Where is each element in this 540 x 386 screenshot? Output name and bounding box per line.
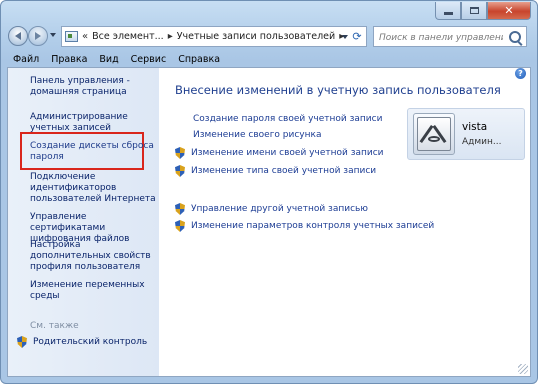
task-uac-settings[interactable]: Изменение параметров контроля учетных за… (175, 220, 434, 232)
breadcrumb-user-accounts[interactable]: Учетные записи пользователей (177, 31, 335, 42)
menu-help[interactable]: Справка (172, 54, 226, 65)
user-name: vista (462, 121, 488, 133)
close-button[interactable]: ✕ (487, 2, 531, 20)
breadcrumb-all-items[interactable]: Все элемент... (92, 31, 164, 42)
uac-shield-icon (175, 147, 185, 159)
uac-shield-icon (175, 165, 185, 177)
maximize-icon (469, 7, 479, 14)
task-change-type-label: Изменение типа своей учетной записи (191, 166, 377, 176)
see-also-heading: См. также (30, 321, 79, 331)
sidebar-item-password-reset-disk[interactable]: Создание дискеты сброса пароля (30, 141, 156, 163)
address-history-dropdown[interactable] (342, 35, 348, 39)
breadcrumb-overflow[interactable]: « (78, 31, 92, 42)
forward-button[interactable] (28, 26, 48, 46)
user-account-card: vista Админ... (407, 108, 525, 160)
help-icon[interactable]: ? (515, 68, 526, 79)
maximize-button[interactable] (461, 2, 487, 20)
sidebar-item-administration[interactable]: Администрирование учетных записей (30, 112, 156, 134)
task-change-type[interactable]: Изменение типа своей учетной записи (175, 165, 376, 177)
parental-controls-link[interactable]: Родительский контроль (17, 336, 147, 348)
page-title: Внесение изменений в учетную запись поль… (175, 83, 501, 97)
uac-shield-icon (175, 203, 185, 215)
uac-shield-icon (17, 336, 27, 348)
control-panel-icon (65, 31, 78, 42)
menu-tools[interactable]: Сервис (125, 54, 173, 65)
menu-file[interactable]: Файл (7, 54, 45, 65)
arrow-left-icon (15, 32, 21, 40)
task-uac-settings-label: Изменение параметров контроля учетных за… (191, 221, 435, 231)
main-panel: ? Внесение изменений в учетную запись по… (159, 68, 530, 376)
avatar[interactable] (413, 113, 455, 155)
task-change-name[interactable]: Изменение имени своей учетной записи (175, 147, 384, 159)
resize-grip[interactable] (518, 364, 528, 374)
control-panel-window: ✕ « Все элемент... ▸ Учетные записи поль… (0, 0, 538, 384)
uac-shield-icon (175, 220, 185, 232)
search-box (373, 26, 527, 47)
sidebar-item-environment-variables[interactable]: Изменение переменных среды (30, 280, 156, 302)
back-button[interactable] (8, 26, 28, 46)
search-icon[interactable] (509, 31, 521, 43)
window-controls: ✕ (435, 2, 531, 20)
user-role: Админ... (462, 137, 502, 147)
task-manage-other-account-label: Управление другой учетной записью (191, 204, 368, 214)
breadcrumb-separator-icon[interactable]: ▸ (164, 31, 177, 42)
minimize-icon (443, 12, 453, 15)
sidebar-item-control-panel-home[interactable]: Панель управления - домашняя страница (30, 76, 156, 98)
parental-controls-label: Родительский контроль (33, 337, 148, 347)
task-change-name-label: Изменение имени своей учетной записи (191, 148, 384, 158)
client-area: Панель управления - домашняя страница Ад… (7, 67, 531, 377)
task-manage-other-account[interactable]: Управление другой учетной записью (175, 203, 368, 215)
address-bar[interactable]: « Все элемент... ▸ Учетные записи пользо… (61, 26, 367, 47)
sidebar-item-profile-properties[interactable]: Настройка дополнительных свойств профиля… (30, 240, 156, 273)
menu-view[interactable]: Вид (93, 54, 124, 65)
arrow-right-icon (35, 32, 41, 40)
refresh-icon[interactable]: ⟳ (350, 30, 364, 44)
navigation-bar: « Все элемент... ▸ Учетные записи пользо… (7, 25, 531, 49)
menu-edit[interactable]: Правка (45, 54, 93, 65)
search-input[interactable] (377, 28, 505, 47)
close-icon: ✕ (504, 4, 514, 17)
task-change-picture[interactable]: Изменение своего рисунка (193, 130, 321, 140)
menu-bar: Файл Правка Вид Сервис Справка (7, 51, 531, 67)
minimize-button[interactable] (435, 2, 461, 20)
sidebar-item-online-ids[interactable]: Подключение идентификаторов пользователе… (30, 172, 156, 205)
sidebar: Панель управления - домашняя страница Ад… (8, 68, 159, 376)
task-create-password[interactable]: Создание пароля своей учетной записи (193, 114, 382, 124)
tools-icon (417, 117, 451, 151)
recent-pages-dropdown[interactable] (50, 33, 56, 37)
